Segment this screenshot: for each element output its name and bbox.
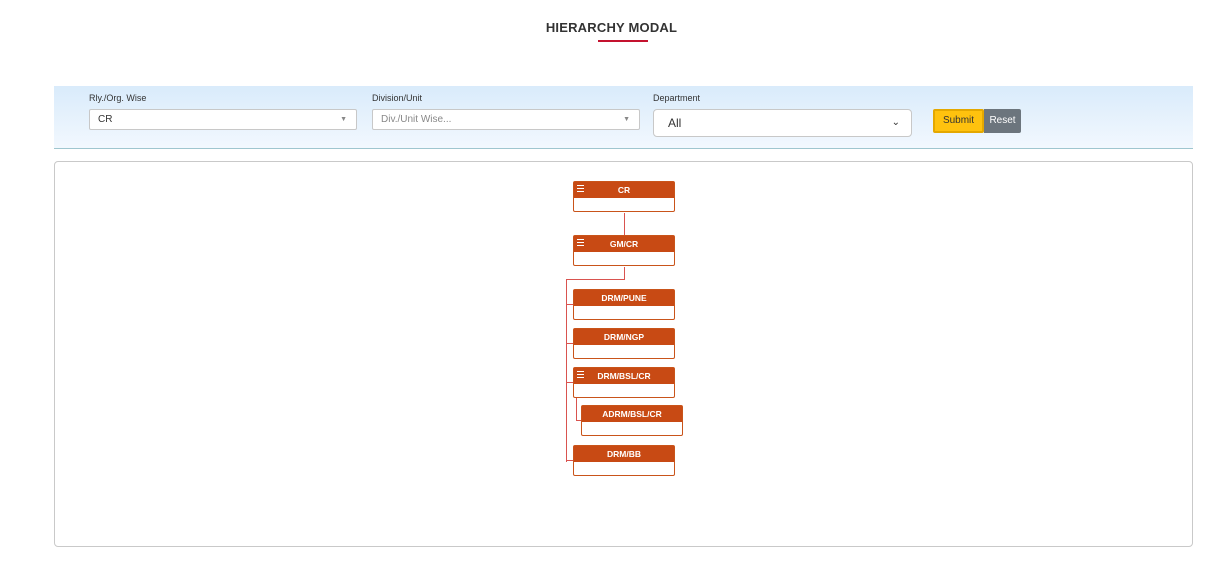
division-label: Division/Unit bbox=[372, 93, 423, 103]
rly-org-value: CR bbox=[98, 114, 113, 125]
rly-org-select[interactable]: CR ▼ bbox=[89, 109, 357, 130]
connector-gm-branch bbox=[566, 279, 625, 280]
connector-trunk bbox=[566, 279, 567, 462]
department-select[interactable]: All ⌄ bbox=[653, 109, 912, 137]
division-placeholder: Div./Unit Wise... bbox=[381, 114, 452, 125]
department-value: All bbox=[668, 116, 682, 130]
reset-button[interactable]: Reset bbox=[984, 109, 1021, 133]
node-label: DRM/BSL/CR bbox=[597, 371, 651, 381]
filter-bar: Rly./Org. Wise CR ▼ Division/Unit Div./U… bbox=[54, 86, 1193, 149]
chevron-down-icon: ▼ bbox=[340, 116, 347, 123]
menu-icon[interactable] bbox=[577, 371, 584, 379]
org-node-drm-bb[interactable]: DRM/BB bbox=[573, 445, 675, 476]
title-underline bbox=[598, 40, 648, 42]
page-title: HIERARCHY MODAL bbox=[545, 20, 678, 35]
node-label: DRM/PUNE bbox=[601, 293, 647, 303]
connector-cr-gm bbox=[624, 213, 625, 236]
org-node-cr[interactable]: CR bbox=[573, 181, 675, 212]
node-label: ADRM/BSL/CR bbox=[602, 409, 662, 419]
submit-button[interactable]: Submit bbox=[933, 109, 984, 133]
org-node-drm-ngp[interactable]: DRM/NGP bbox=[573, 328, 675, 359]
hierarchy-chart-panel: CR GM/CR DRM/PUNE DRM/NGP DRM/BSL/CR ADR… bbox=[54, 161, 1193, 547]
connector-gm-down bbox=[624, 267, 625, 279]
menu-icon[interactable] bbox=[577, 239, 584, 247]
node-label: DRM/NGP bbox=[603, 332, 645, 342]
menu-icon[interactable] bbox=[577, 185, 584, 193]
division-select[interactable]: Div./Unit Wise... ▼ bbox=[372, 109, 640, 130]
node-label: CR bbox=[617, 185, 631, 195]
node-label: DRM/BB bbox=[607, 449, 641, 459]
node-label: GM/CR bbox=[609, 239, 639, 249]
org-node-drm-bsl-cr[interactable]: DRM/BSL/CR bbox=[573, 367, 675, 398]
chevron-down-icon: ▼ bbox=[623, 116, 630, 123]
org-node-adrm-bsl-cr[interactable]: ADRM/BSL/CR bbox=[581, 405, 683, 436]
org-node-drm-pune[interactable]: DRM/PUNE bbox=[573, 289, 675, 320]
rly-org-label: Rly./Org. Wise bbox=[89, 93, 147, 103]
chevron-down-icon: ⌄ bbox=[891, 117, 900, 128]
connector-bsl-down bbox=[576, 398, 577, 420]
org-node-gm-cr[interactable]: GM/CR bbox=[573, 235, 675, 266]
department-label: Department bbox=[653, 93, 701, 103]
